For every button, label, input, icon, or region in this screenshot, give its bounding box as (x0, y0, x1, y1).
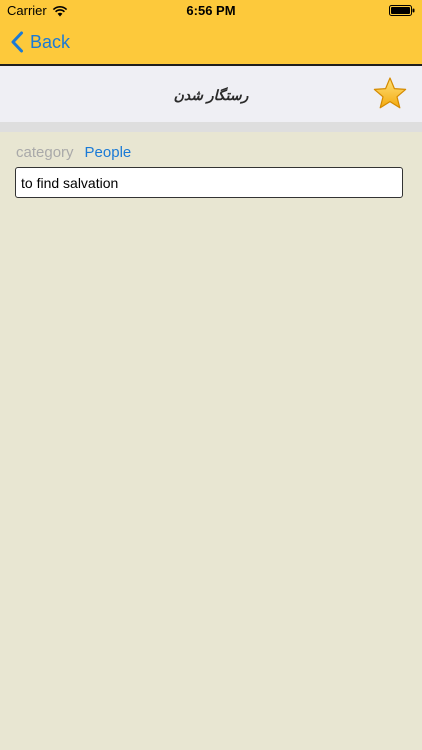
translation-text: to find salvation (21, 175, 119, 191)
translation-box: to find salvation (15, 167, 403, 198)
chevron-left-icon (11, 31, 23, 53)
back-button[interactable]: Back (10, 31, 70, 53)
page-title: رستگار شدن (173, 87, 249, 103)
title-divider (0, 122, 422, 132)
category-label: category (16, 144, 74, 161)
category-link[interactable]: People (85, 144, 132, 161)
status-bar: Carrier 6:56 PM (0, 0, 422, 22)
back-label: Back (30, 31, 71, 52)
star-icon[interactable] (372, 76, 408, 112)
title-bar: رستگار شدن (0, 66, 422, 122)
navigation-bar: Back (0, 22, 422, 64)
battery-icon (389, 5, 415, 16)
category-row: category People (16, 144, 131, 161)
status-time: 6:56 PM (186, 3, 236, 18)
